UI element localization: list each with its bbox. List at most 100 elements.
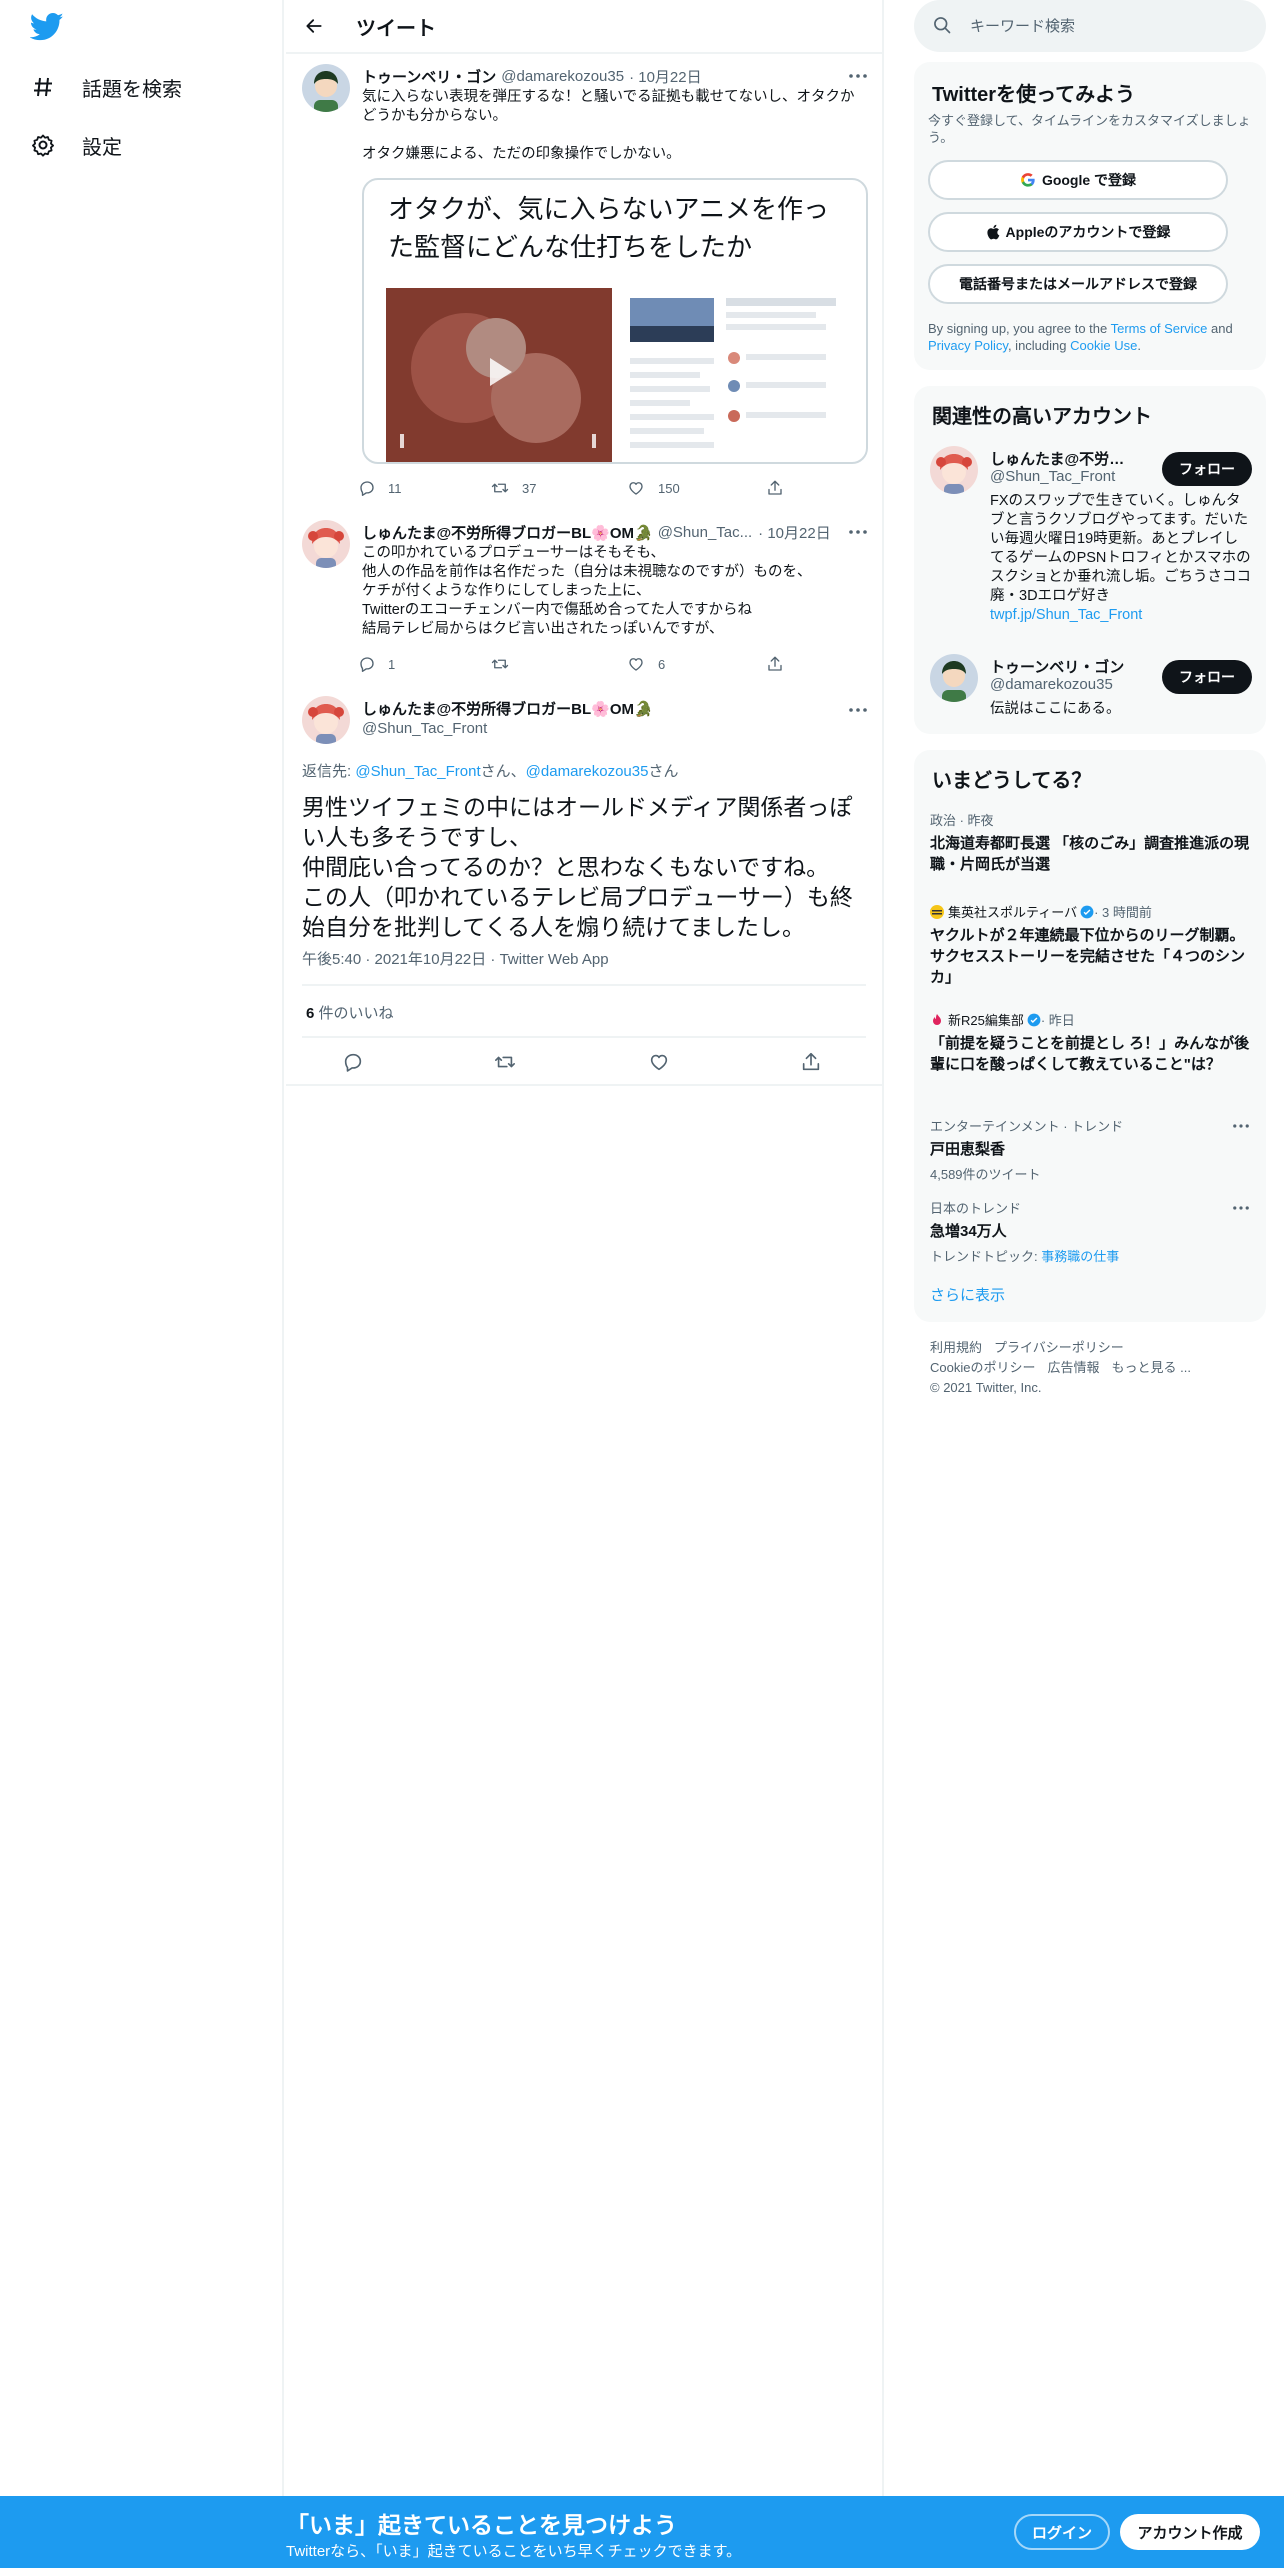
signup-button[interactable]: アカウント作成: [1120, 2514, 1260, 2550]
avatar[interactable]: [302, 520, 350, 568]
trend-time: · 昨日: [1040, 1013, 1075, 1028]
page-header: ツイート: [286, 0, 884, 54]
follow-button[interactable]: フォロー: [1162, 452, 1252, 486]
legal-and: and: [1207, 321, 1233, 336]
avatar[interactable]: [302, 64, 350, 112]
tweet-date[interactable]: · 10月22日: [758, 522, 831, 543]
more-options-icon[interactable]: [1230, 1198, 1252, 1218]
reply-separator: さん、: [480, 763, 526, 780]
tweet-actions: 11 37 150: [358, 476, 798, 500]
tweet-item[interactable]: トゥーンベリ・ゴン @damarekozou35 · 10月22日 気に入らない…: [286, 64, 884, 506]
retweet-button[interactable]: 37: [490, 479, 626, 497]
reply-suffix: さん: [648, 763, 679, 780]
trend-title: ヤクルトが２年連続最下位からのリーグ制覇。サクセスストーリーを完結させた「４つの…: [930, 927, 1246, 986]
author-name[interactable]: しゅんたま@不労所得ブロガーBL🌸OM🐊: [362, 698, 653, 719]
show-more-link[interactable]: さらに表示: [930, 1284, 1005, 1305]
footer-link[interactable]: Cookieのポリシー: [930, 1360, 1035, 1375]
avatar[interactable]: [930, 446, 978, 494]
avatar[interactable]: [930, 654, 978, 702]
trend-count: トレンドトピック: 事務職の仕事: [930, 1246, 1252, 1265]
search-bar[interactable]: [914, 0, 1266, 52]
more-options-icon[interactable]: [846, 522, 870, 542]
account-bio-link[interactable]: twpf.jp/Shun_Tac_Front: [990, 607, 1142, 623]
footer-link[interactable]: もっと見る ...: [1111, 1360, 1190, 1375]
tweet-text: 気に入らない表現を弾圧するな！と騒いでる証拠も載せてないし、オタクかどうかも分か…: [362, 89, 855, 162]
share-icon[interactable]: [800, 1050, 822, 1074]
privacy-link[interactable]: Privacy Policy: [928, 338, 1008, 353]
author-handle[interactable]: @Shun_Tac_Front: [362, 720, 487, 737]
trend-context: 集英社スポルティーバ · 3 時間前: [930, 902, 1252, 921]
banner-subtitle: Twitterなら、「いま」起きていることをいち早くチェックできます。: [286, 2543, 742, 2560]
account-bio: 伝説はここにある。: [990, 701, 1121, 717]
more-options-icon[interactable]: [846, 700, 870, 720]
cookie-link[interactable]: Cookie Use: [1070, 338, 1137, 353]
page-title: ツイート: [356, 17, 436, 40]
focal-tweet-text: 男性ツイフェミの中にはオールドメディア関係者っぽい人も多そうですし、 仲間庇い合…: [302, 794, 853, 940]
account-name[interactable]: しゅんたま@不労所...: [990, 448, 1130, 469]
nav-explore-label: 話題を検索: [82, 78, 182, 101]
trend-item[interactable]: 政治 · 昨夜 北海道寿都町長選 「核のごみ」調査推進派の現職・片岡氏が当選: [930, 810, 1252, 875]
tweet-actions: 1 6: [358, 652, 798, 676]
legal-dot: .: [1137, 338, 1141, 353]
trend-item[interactable]: エンターテインメント · トレンド 戸田恵梨香 4,589件のツイート: [930, 1116, 1252, 1183]
account-handle[interactable]: @Shun_Tac_Front: [990, 468, 1115, 485]
like-button[interactable]: 6: [626, 655, 766, 673]
trend-context: エンターテインメント · トレンド: [930, 1119, 1124, 1134]
reply-user-link[interactable]: @damarekozou35: [526, 763, 649, 780]
nav-settings[interactable]: 設定: [30, 120, 122, 170]
more-options-icon[interactable]: [1230, 1116, 1252, 1136]
author-name[interactable]: しゅんたま@不労所得ブロガーBL🌸OM🐊: [362, 522, 653, 543]
trend-item[interactable]: 新R25編集部 · 昨日 「前提を疑うことを前提とし ろ！」みんなが後輩に口を酸…: [930, 1010, 1252, 1075]
reply-button[interactable]: [342, 1050, 364, 1074]
signup-title: Twitterを使ってみよう: [932, 84, 1136, 106]
footer-link[interactable]: プライバシーポリシー: [994, 1340, 1124, 1355]
login-button[interactable]: ログイン: [1014, 2514, 1110, 2550]
twitter-logo-icon[interactable]: [29, 12, 66, 48]
terms-link[interactable]: Terms of Service: [1111, 321, 1208, 336]
reply-button[interactable]: 1: [358, 655, 490, 673]
footer-link[interactable]: 広告情報: [1047, 1360, 1099, 1375]
author-handle[interactable]: @damarekozou35: [501, 68, 624, 85]
trend-title: 急増34万人: [930, 1223, 1007, 1240]
trend-title: 北海道寿都町長選 「核のごみ」調査推進派の現職・片岡氏が当選: [930, 835, 1250, 873]
google-signup-button[interactable]: Google で登録: [928, 160, 1228, 200]
card-media-image[interactable]: [386, 288, 846, 462]
like-button[interactable]: [647, 1050, 671, 1074]
tweet-date[interactable]: · 10月22日: [629, 66, 702, 87]
retweet-button[interactable]: [490, 655, 626, 673]
legal-prefix: By signing up, you agree to the: [928, 321, 1111, 336]
author-handle[interactable]: @Shun_Tac...: [658, 524, 752, 541]
account-name[interactable]: トゥーンベリ・ゴン: [990, 656, 1130, 677]
tweet-item[interactable]: しゅんたま@不労所得ブロガーBL🌸OM🐊 @Shun_Tac... · 10月2…: [286, 520, 884, 682]
avatar[interactable]: [302, 696, 350, 744]
share-icon[interactable]: [766, 479, 784, 497]
link-card[interactable]: オタクが、気に入らないアニメを作った監督にどんな仕打ちをしたか: [362, 178, 868, 464]
signup-panel: Twitterを使ってみよう 今すぐ登録して、タイムラインをカスタマイズしましょ…: [914, 62, 1266, 370]
more-options-icon[interactable]: [846, 66, 870, 86]
reply-user-link[interactable]: @Shun_Tac_Front: [355, 763, 480, 780]
divider: [286, 1084, 882, 1086]
trend-topic-link[interactable]: 事務職の仕事: [1041, 1249, 1119, 1264]
author-name[interactable]: トゥーンベリ・ゴン: [362, 66, 496, 87]
trend-item[interactable]: 日本のトレンド 急増34万人 トレンドトピック: 事務職の仕事: [930, 1198, 1252, 1265]
like-button[interactable]: 150: [626, 479, 766, 497]
back-arrow-icon[interactable]: [296, 8, 332, 44]
nav-explore[interactable]: 話題を検索: [30, 62, 182, 112]
trend-item[interactable]: 集英社スポルティーバ · 3 時間前 ヤクルトが２年連続最下位からのリーグ制覇。…: [930, 902, 1252, 988]
search-input[interactable]: [970, 17, 1230, 35]
likes-summary[interactable]: 6 件のいいね: [306, 1002, 394, 1023]
retweet-button[interactable]: [493, 1050, 517, 1074]
like-count: 150: [658, 480, 680, 496]
phone-email-signup-button[interactable]: 電話番号またはメールアドレスで登録: [928, 264, 1228, 304]
share-icon[interactable]: [766, 655, 784, 673]
footer-link[interactable]: 利用規約: [930, 1340, 982, 1355]
account-handle[interactable]: @damarekozou35: [990, 676, 1113, 693]
follow-button[interactable]: フォロー: [1162, 660, 1252, 694]
google-signup-label: Google で登録: [1041, 172, 1137, 188]
publisher-logo-icon: [933, 1013, 941, 1025]
tweet-timestamp[interactable]: 午後5:40 · 2021年10月22日 · Twitter Web App: [302, 948, 609, 969]
retweet-count: 37: [522, 480, 537, 496]
reply-prefix: 返信先:: [302, 763, 356, 780]
apple-signup-button[interactable]: Appleのアカウントで登録: [928, 212, 1228, 252]
reply-button[interactable]: 11: [358, 479, 490, 497]
